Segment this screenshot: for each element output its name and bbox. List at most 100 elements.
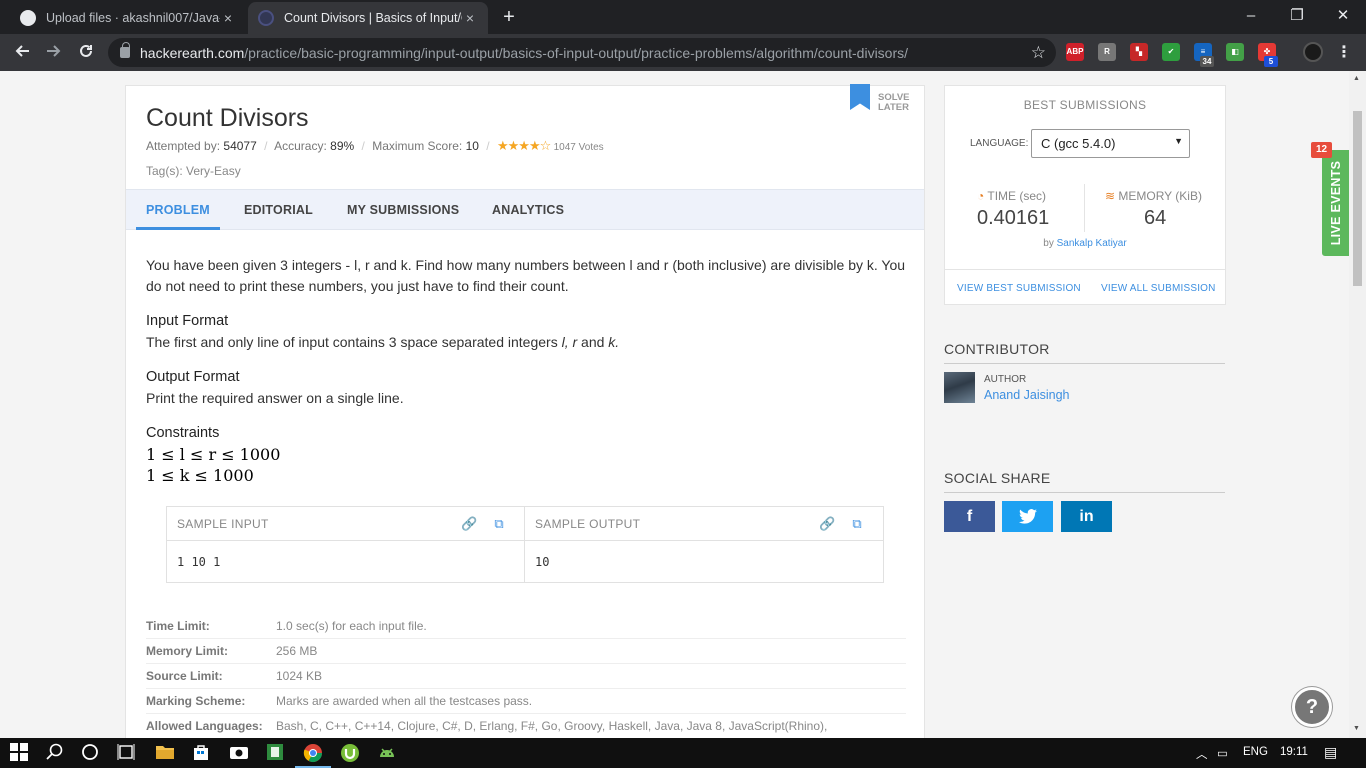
tab-analytics[interactable]: ANALYTICS	[492, 190, 564, 230]
view-all-submission-link[interactable]: VIEW ALL SUBMISSION	[1101, 283, 1216, 294]
browser-tab-upload[interactable]: Upload files · akashnil007/Java-c ×	[10, 2, 246, 34]
author-name-link[interactable]: Anand Jaisingh	[984, 388, 1069, 402]
facebook-share-button[interactable]: f	[944, 501, 995, 532]
close-window-button[interactable]: ✕	[1320, 0, 1366, 32]
time-value: 0.40161	[977, 207, 1050, 229]
problem-description: You have been given 3 integers - l, r an…	[146, 257, 906, 294]
max-score-value: 10	[465, 139, 479, 153]
dropdown-caret-icon: ▼	[1174, 136, 1183, 146]
constraint-1: 1 ≤ l ≤ r ≤ 1000	[146, 445, 281, 464]
solve-later-button[interactable]: SOLVE LATER	[878, 93, 910, 113]
minimize-button[interactable]: –	[1228, 0, 1274, 32]
browser-tab-count-divisors[interactable]: Count Divisors | Basics of Input/C ×	[248, 2, 488, 34]
limit-row: Memory Limit: 256 MB	[146, 639, 906, 664]
show-hidden-icons-icon[interactable]: ︿	[1196, 746, 1208, 762]
input-language[interactable]: ENG	[1243, 746, 1268, 758]
sample-input-value: 1 10 1	[177, 555, 221, 569]
rating-stars[interactable]: ★★★★☆	[497, 138, 551, 153]
tab-my-submissions[interactable]: MY SUBMISSIONS	[347, 190, 459, 230]
time-label: ◔ TIME (sec)	[977, 189, 1047, 203]
tab-editorial[interactable]: EDITORIAL	[244, 190, 313, 230]
twitter-share-button[interactable]	[1002, 501, 1053, 532]
ext3-extension-icon[interactable]: ▚	[1130, 43, 1148, 61]
spreadsheet-app-icon[interactable]	[266, 743, 286, 763]
max-score-label: Maximum Score:	[372, 139, 463, 153]
back-button[interactable]	[8, 39, 36, 67]
page-content: Count Divisors SOLVE LATER Attempted by:…	[0, 71, 1366, 738]
limit-row: Marking Scheme: Marks are awarded when al…	[146, 689, 906, 714]
utorrent-icon[interactable]	[340, 743, 360, 763]
live-events-label: LIVE EVENTS	[1329, 160, 1343, 246]
forward-arrow-icon	[47, 45, 61, 57]
sample-input-column: SAMPLE INPUT 🔗 ⧉ 1 10 1	[167, 507, 525, 582]
ext2-extension-icon[interactable]: R	[1098, 43, 1116, 61]
forward-button[interactable]	[40, 39, 68, 67]
new-tab-button[interactable]: +	[498, 6, 520, 28]
constraints-section: Constraints 1 ≤ l ≤ r ≤ 1000 1 ≤ k ≤ 100…	[146, 423, 906, 486]
extension-badge: 5	[1264, 56, 1278, 67]
maximize-button[interactable]: ❐	[1274, 0, 1320, 32]
submission-links: VIEW BEST SUBMISSION VIEW ALL SUBMISSION	[945, 269, 1225, 305]
bookmark-icon[interactable]	[850, 84, 870, 110]
help-button[interactable]: ?	[1292, 687, 1332, 727]
browser-titlebar: Upload files · akashnil007/Java-c × Coun…	[0, 0, 1366, 34]
twitter-icon	[1018, 509, 1037, 524]
scroll-up-icon[interactable]: ▲	[1353, 75, 1360, 82]
memory-icon: ≋	[1105, 189, 1116, 203]
lock-icon	[120, 42, 130, 58]
camera-icon[interactable]	[229, 743, 249, 763]
reload-button[interactable]	[72, 39, 100, 67]
tab-title: Count Divisors | Basics of Input/C	[284, 11, 462, 25]
limit-row: Source Limit: 1024 KB	[146, 664, 906, 689]
store-icon[interactable]	[192, 743, 212, 763]
address-bar[interactable]: hackerearth.com/practice/basic-programmi…	[108, 38, 1056, 67]
clock[interactable]: 19:11	[1280, 746, 1308, 758]
author-avatar[interactable]	[944, 372, 975, 403]
profile-avatar[interactable]	[1303, 42, 1323, 62]
sample-output-column: SAMPLE OUTPUT 🔗 ⧉ 10	[525, 507, 883, 582]
problem-tabs: PROBLEM EDITORIAL MY SUBMISSIONS ANALYTI…	[126, 189, 924, 230]
android-studio-icon[interactable]	[377, 743, 397, 763]
tab-close-icon[interactable]: ×	[462, 10, 478, 26]
live-events-tab[interactable]: LIVE EVENTS	[1322, 150, 1349, 256]
input-format-heading: Input Format	[146, 313, 229, 329]
votes-count: 1047 Votes	[553, 142, 604, 153]
problem-tags: Tag(s): Very-Easy	[146, 164, 241, 178]
memory-value: 64	[1144, 207, 1167, 229]
power-status-icon[interactable]: ▭	[1217, 746, 1228, 760]
link-icon[interactable]: 🔗	[819, 516, 835, 532]
windows-start-icon[interactable]	[10, 743, 30, 763]
ext4-extension-icon[interactable]: ✔	[1162, 43, 1180, 61]
bookmark-star-icon[interactable]: ☆	[1031, 43, 1046, 63]
attempted-label: Attempted by:	[146, 139, 221, 153]
github-icon	[20, 10, 36, 26]
back-arrow-icon	[15, 45, 29, 57]
linkedin-icon: in	[1079, 508, 1094, 525]
best-submitter-link[interactable]: Sankalp Katiyar	[1057, 238, 1127, 249]
scrollbar-thumb[interactable]	[1353, 111, 1362, 286]
task-view-icon[interactable]	[117, 743, 137, 763]
author-label: AUTHOR	[984, 374, 1027, 385]
language-select[interactable]: C (gcc 5.4.0) ▼	[1031, 129, 1190, 158]
file-explorer-icon[interactable]	[155, 743, 175, 763]
copy-icon[interactable]: ⧉	[491, 516, 507, 532]
search-icon[interactable]	[46, 743, 66, 763]
attempted-value: 54077	[223, 139, 257, 153]
tab-close-icon[interactable]: ×	[220, 10, 236, 26]
page-scrollbar[interactable]: ▲ ▼	[1349, 71, 1366, 738]
ext6-extension-icon[interactable]: ◧	[1226, 43, 1244, 61]
constraints-heading: Constraints	[146, 425, 220, 441]
cortana-icon[interactable]	[81, 743, 101, 763]
notifications-icon[interactable]: ▤	[1324, 744, 1337, 761]
scroll-down-icon[interactable]: ▼	[1353, 725, 1360, 732]
chrome-icon[interactable]	[295, 743, 331, 768]
tab-title: Upload files · akashnil007/Java-c	[46, 11, 220, 25]
linkedin-share-button[interactable]: in	[1061, 501, 1112, 532]
tab-problem[interactable]: PROBLEM	[136, 190, 220, 230]
abp-extension-icon[interactable]: ABP	[1066, 43, 1084, 61]
output-format-text: Print the required answer on a single li…	[146, 390, 404, 406]
copy-icon[interactable]: ⧉	[849, 516, 865, 532]
view-best-submission-link[interactable]: VIEW BEST SUBMISSION	[957, 283, 1081, 294]
link-icon[interactable]: 🔗	[461, 516, 477, 532]
menu-kebab-icon[interactable]: ⋮	[1336, 42, 1352, 62]
